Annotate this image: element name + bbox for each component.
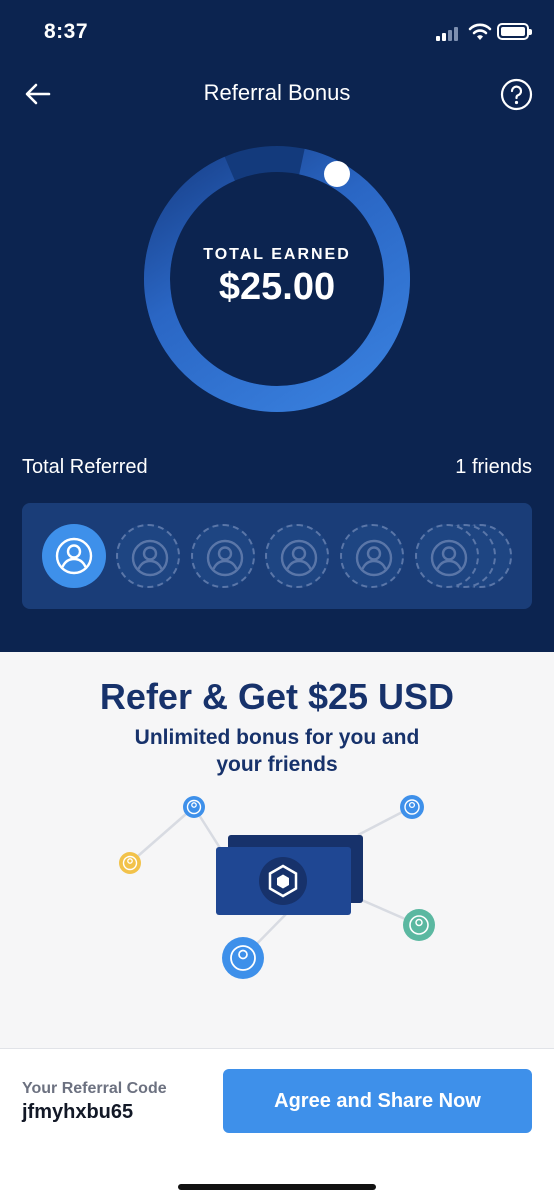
referred-friends-row: [22, 503, 532, 609]
user-icon: [119, 852, 141, 874]
friend-avatar-stack-front: [415, 524, 479, 588]
total-referred-label: Total Referred: [22, 456, 148, 478]
user-icon: [183, 796, 205, 818]
total-earned-label: TOTAL EARNED: [203, 246, 351, 263]
share-button[interactable]: Agree and Share Now: [223, 1069, 532, 1133]
referral-code-label: Your Referral Code: [22, 1080, 167, 1097]
promo-subtitle: Unlimited bonus for you and your friends: [134, 726, 420, 776]
friend-avatar-empty: [116, 524, 180, 588]
referral-illustration: [119, 795, 435, 979]
user-icon: [403, 909, 435, 941]
user-icon: [400, 795, 424, 819]
user-icon: [280, 539, 318, 577]
status-time: 8:37: [44, 20, 89, 43]
friend-avatar-empty: [265, 524, 329, 588]
referral-code-value[interactable]: jfmyhxbu65: [22, 1101, 133, 1124]
total-earned-amount: $25.00: [218, 266, 336, 308]
promo-title: Refer & Get $25 USD: [99, 676, 455, 717]
friend-avatar-empty: [191, 524, 255, 588]
friends-count: 1 friends: [455, 456, 532, 478]
header-panel: 8:37 Referral Bonus TOTAL EARNED $25.00 …: [0, 0, 554, 652]
user-icon: [131, 539, 169, 577]
signal-icon: [436, 25, 462, 41]
friend-avatar-empty: [340, 524, 404, 588]
question-circle-icon[interactable]: [500, 78, 533, 111]
page-title: Referral Bonus: [203, 80, 351, 105]
friend-avatar-filled: [42, 524, 106, 588]
battery-icon: [497, 23, 532, 40]
user-icon: [222, 937, 264, 979]
user-icon: [430, 539, 468, 577]
home-indicator: [178, 1184, 376, 1190]
user-icon: [206, 539, 244, 577]
user-icon: [55, 537, 93, 575]
wifi-icon: [468, 23, 492, 40]
user-icon: [355, 539, 393, 577]
footer-bar: Your Referral Code jfmyhxbu65 Agree and …: [0, 1048, 554, 1200]
